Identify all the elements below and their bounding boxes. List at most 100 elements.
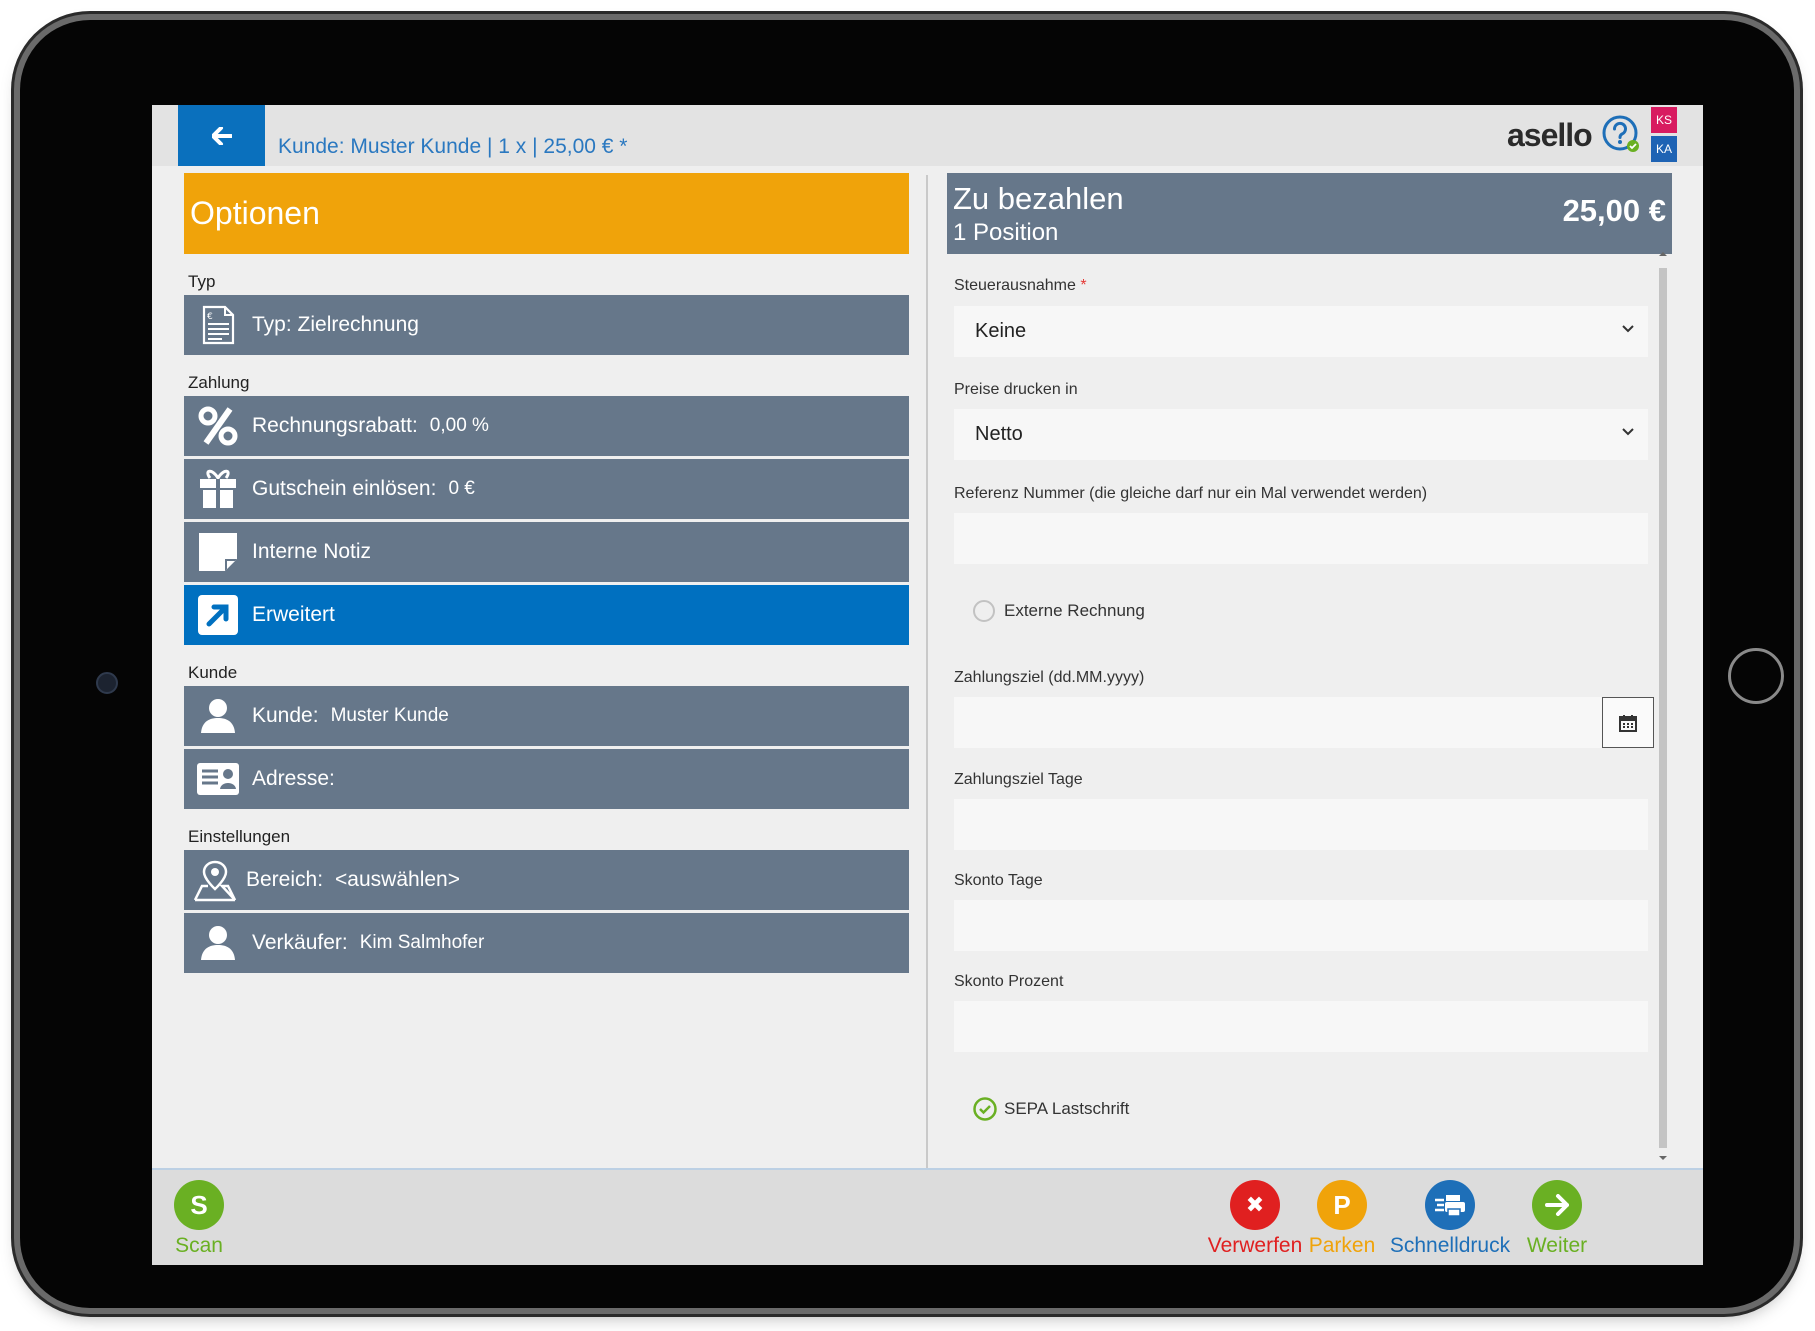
calendar-icon xyxy=(1619,714,1637,732)
option-adresse-label: Adresse: xyxy=(252,767,335,790)
skonto-tage-input[interactable] xyxy=(954,900,1648,951)
payment-total: 25,00 € xyxy=(1562,193,1666,228)
schnelldruck-button[interactable]: Schnelldruck xyxy=(1385,1180,1515,1258)
option-adresse[interactable]: Adresse: xyxy=(184,749,909,809)
option-typ[interactable]: € Typ: Zielrechnung xyxy=(184,295,909,355)
camera-lens xyxy=(96,672,118,694)
person-icon xyxy=(201,699,235,733)
percent-icon xyxy=(198,406,238,446)
options-title: Optionen xyxy=(184,173,909,254)
gift-icon xyxy=(200,469,236,508)
option-bereich-label: Bereich: xyxy=(246,868,324,891)
zahlungsziel-tage-label: Zahlungsziel Tage xyxy=(954,771,1083,788)
expand-arrow-icon xyxy=(198,595,238,635)
scan-icon: S xyxy=(174,1180,224,1230)
chevron-down-icon xyxy=(1622,325,1634,333)
invoice-icon: € xyxy=(202,305,235,345)
option-verkaeufer-value: Kim Salmhofer xyxy=(359,932,485,953)
discard-icon: ✖ xyxy=(1230,1180,1280,1230)
option-erweitert[interactable]: Erweitert xyxy=(184,585,909,645)
required-marker: * xyxy=(1080,277,1087,294)
option-rechnungsrabatt-value: 0,00 % xyxy=(429,415,489,436)
parken-label: Parken xyxy=(1308,1234,1376,1257)
option-interne-notiz-label: Interne Notiz xyxy=(252,540,372,563)
tablet-frame: Kunde: Muster Kunde | 1 x | 25,00 € * as… xyxy=(20,20,1794,1308)
option-gutschein[interactable]: Gutschein einlösen: 0 € xyxy=(184,459,909,519)
skonto-prozent-input[interactable] xyxy=(954,1001,1648,1052)
breadcrumb[interactable]: Kunde: Muster Kunde | 1 x | 25,00 € * xyxy=(278,135,627,159)
preise-select[interactable]: Netto xyxy=(954,409,1648,460)
arrow-left-icon xyxy=(211,126,232,145)
option-erweitert-label: Erweitert xyxy=(252,603,335,626)
zahlungsziel-input[interactable] xyxy=(954,697,1654,748)
app-screen: Kunde: Muster Kunde | 1 x | 25,00 € * as… xyxy=(152,105,1703,1265)
back-button[interactable] xyxy=(178,105,265,166)
zahlungsziel-label: Zahlungsziel (dd.MM.yyyy) xyxy=(954,669,1145,686)
map-pin-icon xyxy=(193,860,237,902)
badge-ks[interactable]: KS xyxy=(1651,107,1677,133)
weiter-button[interactable]: Weiter xyxy=(1517,1180,1597,1258)
verwerfen-label: Verwerfen xyxy=(1207,1234,1303,1257)
scan-label: Scan xyxy=(175,1234,223,1257)
person-icon xyxy=(201,926,235,960)
sepa-label: SEPA Lastschrift xyxy=(1004,1099,1130,1118)
schnelldruck-label: Schnelldruck xyxy=(1389,1234,1511,1257)
option-rechnungsrabatt[interactable]: Rechnungsrabatt: 0,00 % xyxy=(184,396,909,456)
section-label-kunde: Kunde xyxy=(188,663,238,682)
steuerausnahme-label: Steuerausnahme * xyxy=(954,277,1087,294)
app-logo: asello xyxy=(1507,117,1593,153)
option-kunde-value: Muster Kunde xyxy=(330,705,449,726)
option-interne-notiz[interactable]: Interne Notiz xyxy=(184,522,909,582)
date-picker-button[interactable] xyxy=(1602,697,1654,748)
option-typ-label: Typ: Zielrechnung xyxy=(252,313,419,336)
parken-button[interactable]: P Parken xyxy=(1302,1180,1382,1258)
option-gutschein-value: 0 € xyxy=(448,478,475,499)
payment-panel: Zu bezahlen 1 Position 25,00 € Steueraus… xyxy=(947,173,1672,1121)
section-label-einstellungen: Einstellungen xyxy=(188,827,291,846)
skonto-prozent-label: Skonto Prozent xyxy=(954,973,1064,990)
scan-button[interactable]: S Scan xyxy=(174,1180,224,1258)
panel-divider xyxy=(926,175,928,1175)
steuerausnahme-select[interactable]: Keine xyxy=(954,306,1648,357)
chevron-down-icon xyxy=(1622,428,1634,436)
referenz-label: Referenz Nummer (die gleiche darf nur ei… xyxy=(954,485,1428,502)
verwerfen-button[interactable]: ✖ Verwerfen xyxy=(1205,1180,1305,1258)
note-icon xyxy=(199,533,237,571)
address-card-icon xyxy=(197,763,239,795)
action-bar: S Scan ✖ Verwerfen P Parken Schnelldruck… xyxy=(152,1168,1703,1265)
payment-positions: 1 Position xyxy=(953,219,1059,246)
option-bereich[interactable]: Bereich: <auswählen> xyxy=(184,850,909,910)
zahlungsziel-tage-input[interactable] xyxy=(954,799,1648,850)
referenz-input[interactable] xyxy=(954,513,1648,564)
sepa-checkbox[interactable] xyxy=(973,1097,997,1121)
option-verkaeufer-label: Verkäufer: xyxy=(252,931,348,954)
section-label-typ: Typ xyxy=(188,272,216,291)
option-bereich-value: <auswählen> xyxy=(335,868,460,891)
home-button[interactable] xyxy=(1728,648,1784,704)
option-gutschein-label: Gutschein einlösen: xyxy=(252,477,437,500)
arrow-right-icon xyxy=(1532,1180,1582,1230)
svg-text:€: € xyxy=(207,312,213,322)
scroll-down-icon[interactable] xyxy=(1657,1154,1669,1162)
option-rechnungsrabatt-label: Rechnungsrabatt: xyxy=(252,414,418,437)
skonto-tage-label: Skonto Tage xyxy=(954,872,1043,889)
option-kunde[interactable]: Kunde: Muster Kunde xyxy=(184,686,909,746)
preise-value: Netto xyxy=(975,423,1023,445)
externe-rechnung-label: Externe Rechnung xyxy=(1004,601,1145,620)
scroll-up-icon[interactable] xyxy=(1657,250,1669,258)
weiter-label: Weiter xyxy=(1526,1234,1588,1257)
section-label-zahlung: Zahlung xyxy=(188,373,250,392)
preise-label: Preise drucken in xyxy=(954,381,1078,398)
top-bar: Kunde: Muster Kunde | 1 x | 25,00 € * as… xyxy=(152,105,1703,166)
scrollbar[interactable] xyxy=(1657,250,1669,1170)
steuerausnahme-value: Keine xyxy=(975,320,1027,342)
option-verkaeufer[interactable]: Verkäufer: Kim Salmhofer xyxy=(184,913,909,973)
payment-title: Zu bezahlen xyxy=(953,181,1124,216)
badge-ka[interactable]: KA xyxy=(1651,136,1677,162)
scroll-thumb[interactable] xyxy=(1659,268,1667,1148)
help-icon[interactable] xyxy=(1602,115,1640,153)
externe-rechnung-radio[interactable] xyxy=(973,600,995,622)
payment-header: Zu bezahlen 1 Position 25,00 € xyxy=(947,173,1672,254)
options-panel: Optionen Typ € Typ: Zielrechnung Zahlung xyxy=(184,173,909,976)
park-icon: P xyxy=(1317,1180,1367,1230)
